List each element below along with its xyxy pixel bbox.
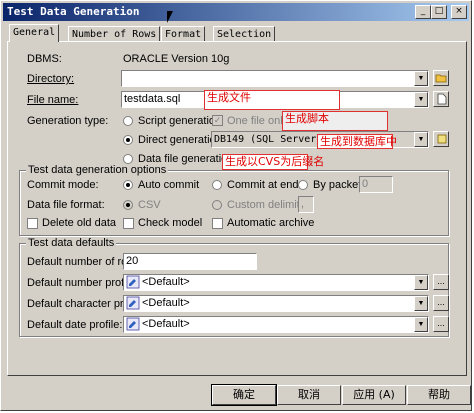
number-profile-value: <Default> xyxy=(142,276,190,288)
annotation-generate-script: 生成脚本 xyxy=(282,111,388,131)
profile-icon xyxy=(126,317,140,331)
script-generation-label: Script generation xyxy=(138,115,222,127)
close-button[interactable]: × xyxy=(451,5,467,19)
commit-at-end-label: Commit at end xyxy=(227,179,299,191)
automatic-archive-label: Automatic archive xyxy=(227,217,315,229)
automatic-archive-checkbox[interactable] xyxy=(212,218,223,229)
by-packet-label: By packet: xyxy=(313,179,365,191)
annotation-generate-csv: 生成以CVS为后缀名 xyxy=(222,154,324,170)
csv-radio[interactable] xyxy=(123,200,133,210)
directory-dropdown-button[interactable]: ▼ xyxy=(414,71,428,86)
browse-file-button[interactable] xyxy=(433,91,449,107)
direct-generation-radio[interactable] xyxy=(123,135,133,145)
tab-number-of-rows[interactable]: Number of Rows xyxy=(68,26,161,41)
test-data-defaults-title: Test data defaults xyxy=(26,237,117,249)
file-name-dropdown-button[interactable]: ▼ xyxy=(414,92,428,107)
minimize-button[interactable]: _ xyxy=(415,5,431,19)
file-name-label: File name: xyxy=(27,94,79,106)
browse-folder-button[interactable] xyxy=(433,70,449,86)
profile-icon xyxy=(126,275,140,289)
custom-delimiter-radio[interactable] xyxy=(212,200,222,210)
custom-delimiter-input[interactable]: , xyxy=(298,196,314,213)
commit-at-end-radio[interactable] xyxy=(212,180,222,190)
dbms-label: DBMS: xyxy=(27,53,62,65)
mouse-cursor-icon xyxy=(167,11,179,23)
help-button[interactable]: 帮助 xyxy=(407,385,471,405)
one-file-only-checkbox[interactable]: ✓ xyxy=(212,115,223,126)
check-model-label: Check model xyxy=(138,217,203,229)
check-model-checkbox[interactable] xyxy=(123,218,134,229)
folder-icon xyxy=(435,74,447,83)
character-profile-dropdown-button[interactable]: ▼ xyxy=(414,296,428,311)
directory-input[interactable] xyxy=(121,70,429,87)
generation-type-label: Generation type: xyxy=(27,115,109,127)
ok-button[interactable]: 确定 xyxy=(211,384,277,406)
directory-label: Directory: xyxy=(27,73,75,85)
commit-mode-label: Commit mode: xyxy=(27,179,99,191)
tab-general[interactable]: General xyxy=(9,24,60,42)
data-source-button[interactable] xyxy=(433,131,449,147)
cancel-button[interactable]: 取消 xyxy=(277,385,341,405)
one-file-only-label: One file only xyxy=(227,115,289,127)
packet-size-input[interactable]: 0 xyxy=(359,176,393,193)
character-profile-ellipsis-button[interactable]: ... xyxy=(433,295,449,311)
date-profile-dropdown-button[interactable]: ▼ xyxy=(414,317,428,332)
annotation-generate-to-db: 生成到数据库中 xyxy=(317,134,397,149)
auto-commit-radio[interactable] xyxy=(123,180,133,190)
date-profile-ellipsis-button[interactable]: ... xyxy=(433,316,449,332)
date-profile-value: <Default> xyxy=(142,318,190,330)
default-number-profile-label: Default number profile: xyxy=(27,277,139,289)
tab-format[interactable]: Format xyxy=(161,26,206,41)
title-bar[interactable]: Test Data Generation _ □ × xyxy=(3,3,469,21)
script-generation-radio[interactable] xyxy=(123,116,133,126)
default-number-profile-select[interactable]: <Default> xyxy=(123,274,429,291)
generation-options-title: Test data generation options xyxy=(26,164,169,176)
database-icon xyxy=(437,134,447,144)
default-date-profile-select[interactable]: <Default> xyxy=(123,316,429,333)
tab-label: General xyxy=(13,27,56,38)
default-date-profile-label: Default date profile: xyxy=(27,319,123,331)
tab-label: Format xyxy=(165,29,202,40)
default-character-profile-select[interactable]: <Default> xyxy=(123,295,429,312)
data-file-format-label: Data file format: xyxy=(27,199,105,211)
apply-button[interactable]: 应用 (A) xyxy=(342,385,406,405)
dbms-value: ORACLE Version 10g xyxy=(123,53,230,65)
data-file-generation-radio[interactable] xyxy=(123,154,133,164)
tab-selection[interactable]: Selection xyxy=(213,26,276,41)
tab-label: Number of Rows xyxy=(72,29,157,40)
tab-label: Selection xyxy=(217,29,272,40)
direct-source-dropdown-button[interactable]: ▼ xyxy=(414,132,428,147)
default-rows-input[interactable]: 20 xyxy=(123,253,257,270)
csv-label: CSV xyxy=(138,199,161,211)
annotation-generate-file: 生成文件 xyxy=(204,90,340,110)
profile-icon xyxy=(126,296,140,310)
window-title: Test Data Generation xyxy=(7,5,140,18)
test-data-generation-dialog: Test Data Generation _ □ × General Numbe… xyxy=(0,0,472,411)
auto-commit-label: Auto commit xyxy=(138,179,200,191)
delete-old-data-label: Delete old data xyxy=(42,217,116,229)
by-packet-radio[interactable] xyxy=(298,180,308,190)
number-profile-dropdown-button[interactable]: ▼ xyxy=(414,275,428,290)
document-icon xyxy=(437,93,447,105)
delete-old-data-checkbox[interactable] xyxy=(27,218,38,229)
number-profile-ellipsis-button[interactable]: ... xyxy=(433,274,449,290)
character-profile-value: <Default> xyxy=(142,297,190,309)
maximize-button[interactable]: □ xyxy=(431,5,447,19)
